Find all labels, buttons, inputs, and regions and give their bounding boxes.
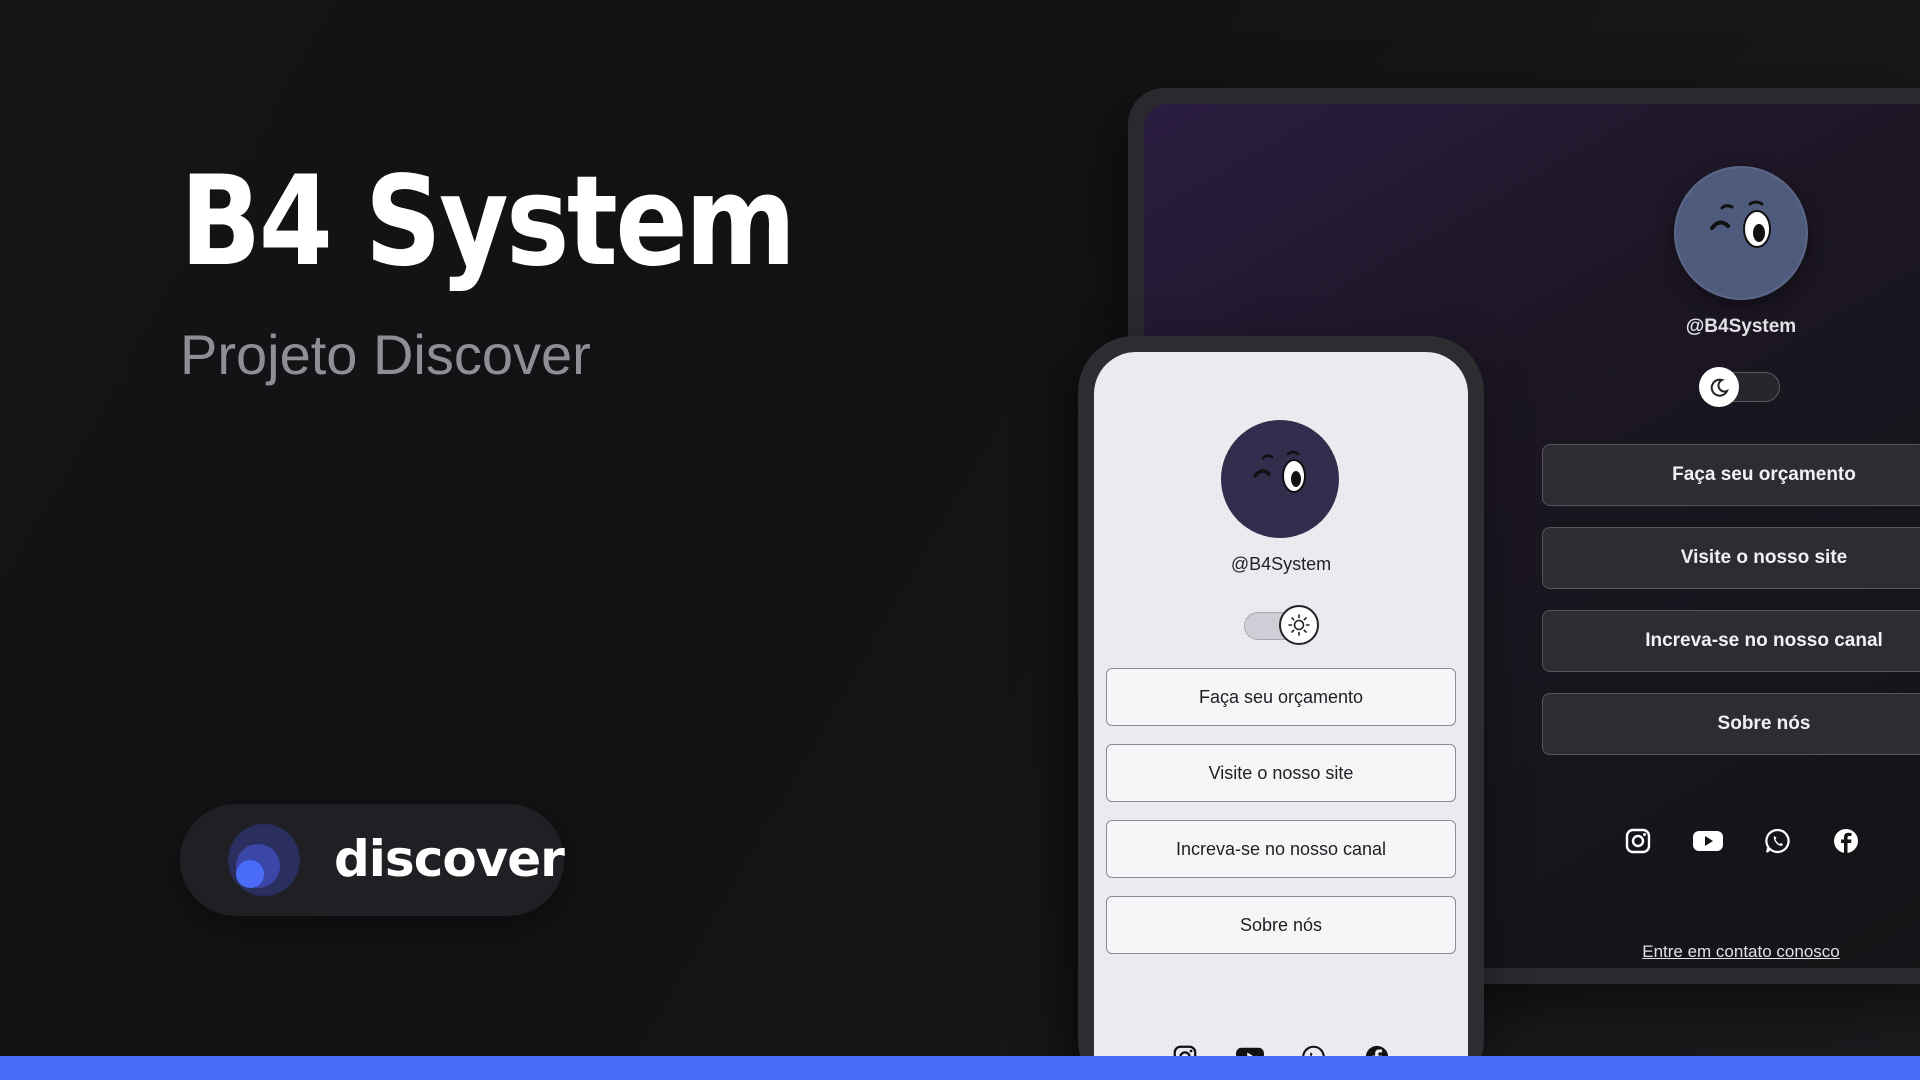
- discover-logo-icon: [228, 824, 300, 896]
- whatsapp-icon[interactable]: [1764, 827, 1792, 855]
- accent-bar: [0, 1056, 1920, 1080]
- link-button-sobre[interactable]: Sobre nós: [1542, 693, 1920, 755]
- theme-toggle[interactable]: [1699, 367, 1780, 407]
- profile-handle: @B4System: [1230, 554, 1332, 574]
- instagram-icon[interactable]: [1624, 827, 1652, 855]
- facebook-icon[interactable]: [1832, 827, 1860, 855]
- link-list: Faça seu orçamento Visite o nosso site I…: [1106, 668, 1456, 972]
- link-button-canal[interactable]: Increva-se no nosso canal: [1542, 610, 1920, 672]
- presentation-slide: B4 System Projeto Discover discover @B4S…: [0, 0, 1920, 1080]
- theme-toggle-knob[interactable]: [1279, 605, 1319, 645]
- theme-toggle-knob[interactable]: [1699, 367, 1739, 407]
- hero-title: B4 System: [180, 150, 796, 294]
- link-button-sobre[interactable]: Sobre nós: [1106, 896, 1456, 954]
- theme-toggle[interactable]: [1244, 605, 1319, 645]
- youtube-icon[interactable]: [1692, 827, 1724, 855]
- contact-link[interactable]: Entre em contato conosco: [1626, 942, 1856, 962]
- social-links: [1624, 824, 1860, 858]
- avatar: [1221, 420, 1339, 538]
- sun-icon: [1281, 607, 1317, 643]
- link-button-site[interactable]: Visite o nosso site: [1542, 527, 1920, 589]
- profile-handle: @B4System: [1685, 316, 1797, 337]
- discover-badge: discover: [180, 804, 565, 916]
- phone-mockup: @B4System Faça seu orçamento Visite o no…: [1078, 336, 1484, 1080]
- discover-label: discover: [334, 830, 565, 888]
- link-button-site[interactable]: Visite o nosso site: [1106, 744, 1456, 802]
- link-button-orcamento[interactable]: Faça seu orçamento: [1542, 444, 1920, 506]
- moon-icon: [1699, 367, 1739, 407]
- avatar: [1674, 166, 1808, 300]
- link-button-orcamento[interactable]: Faça seu orçamento: [1106, 668, 1456, 726]
- hero-subtitle: Projeto Discover: [180, 323, 591, 386]
- link-button-canal[interactable]: Increva-se no nosso canal: [1106, 820, 1456, 878]
- winking-face-icon: [1710, 200, 1771, 248]
- phone-screen: @B4System Faça seu orçamento Visite o no…: [1094, 352, 1468, 1080]
- link-list: Faça seu orçamento Visite o nosso site I…: [1542, 444, 1920, 776]
- winking-face-icon: [1253, 450, 1306, 493]
